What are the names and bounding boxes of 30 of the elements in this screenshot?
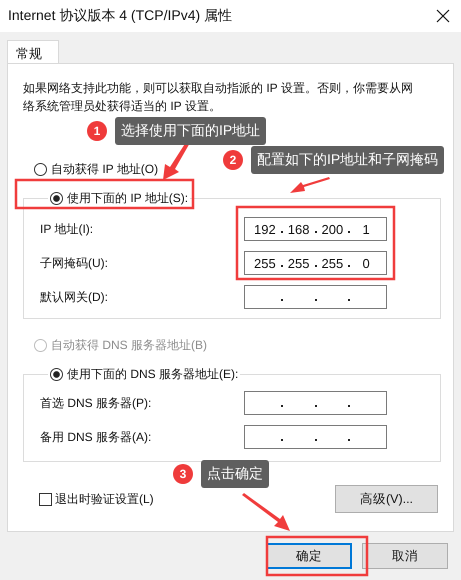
callout-bubble: 配置如下的IP地址和子网掩码: [251, 146, 444, 174]
ip-address-field[interactable]: [244, 285, 387, 309]
field-label: 默认网关(D):: [40, 288, 108, 306]
checkbox-label[interactable]: 退出时验证设置(L): [55, 490, 154, 508]
callout-bubble: 选择使用下面的IP地址: [115, 117, 266, 145]
field-label: 备用 DNS 服务器(A):: [40, 428, 152, 446]
ip-address-field[interactable]: [244, 391, 387, 415]
field-label: 子网掩码(U):: [40, 254, 108, 272]
radio-label[interactable]: 使用下面的 DNS 服务器地址(E):: [67, 366, 238, 382]
window-title: Internet 协议版本 4 (TCP/IPv4) 属性: [8, 7, 232, 25]
tab[interactable]: 常规: [7, 40, 59, 63]
radio-label[interactable]: 使用下面的 IP 地址(S):: [67, 190, 188, 206]
arrow: [242, 493, 290, 531]
callout-bubble: 点击确定: [201, 460, 269, 488]
cancel-button[interactable]: 取消: [362, 543, 448, 569]
field-label: IP 地址(I):: [40, 220, 94, 238]
field-label: 首选 DNS 服务器(P):: [40, 394, 152, 412]
ip-address-field[interactable]: [244, 425, 387, 449]
advanced-button[interactable]: 高级(V)...: [335, 485, 438, 513]
ip-address-field[interactable]: 192 168 200 1: [244, 217, 387, 241]
radio-button[interactable]: [34, 162, 47, 176]
close-icon[interactable]: [435, 8, 451, 24]
radio-label[interactable]: 自动获得 IP 地址(O): [51, 160, 158, 178]
description-text: 如果网络支持此功能，则可以获取自动指派的 IP 设置。否则，你需要从网络系统管理员处获得适当的 IP 设置。: [23, 80, 414, 115]
arrow: [290, 177, 330, 193]
radio-button[interactable]: [50, 192, 63, 204]
ok-button[interactable]: 确定: [266, 543, 352, 569]
radio-button[interactable]: [50, 368, 63, 380]
ip-address-field[interactable]: 255 255 255 0: [244, 251, 387, 275]
checkbox[interactable]: [39, 492, 52, 506]
